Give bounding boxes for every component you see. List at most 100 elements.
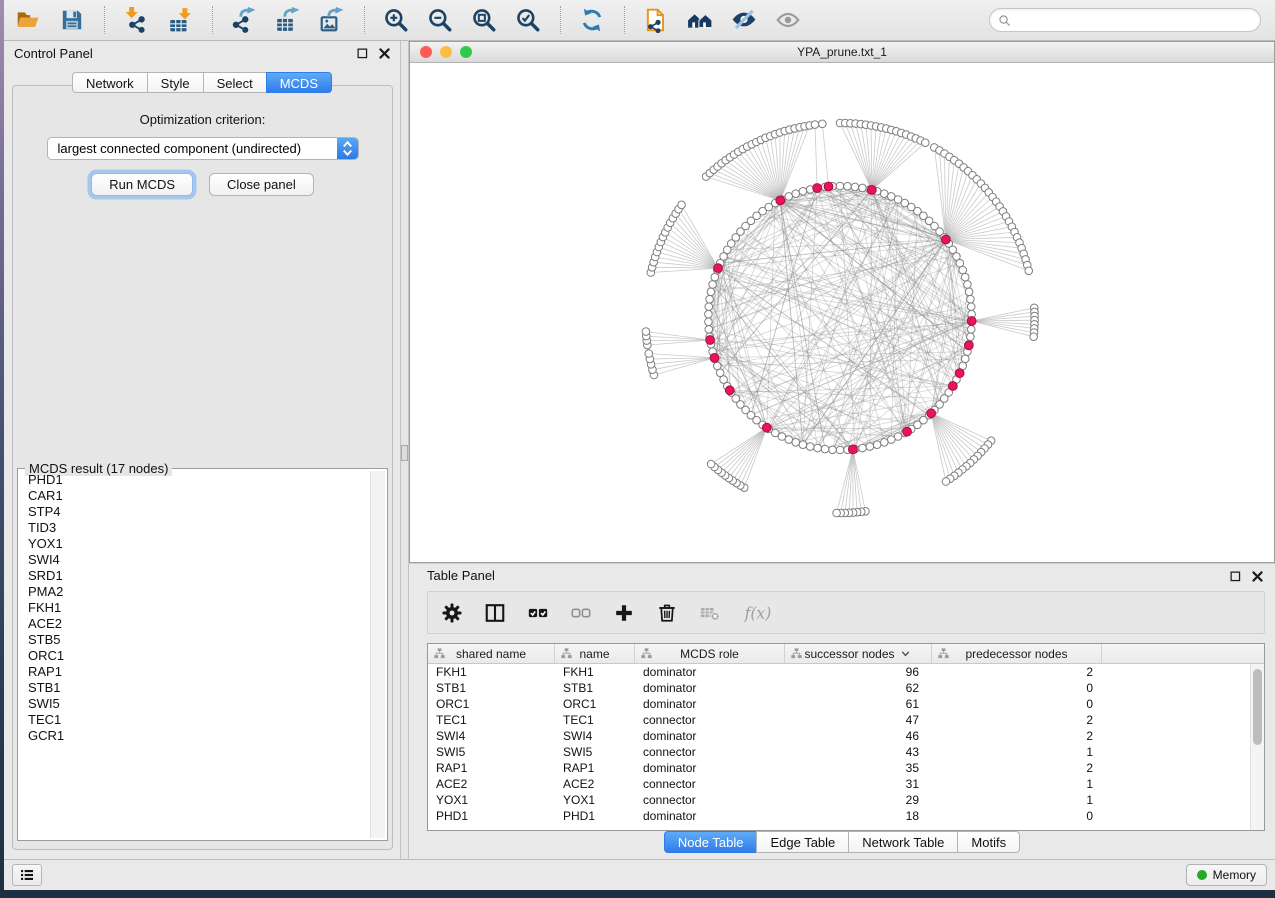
table-tab-edge-table[interactable]: Edge Table — [756, 831, 848, 853]
mcds-result-item[interactable]: PHD1 — [18, 472, 370, 488]
mcds-result-item[interactable]: RAP1 — [18, 664, 370, 680]
memory-button[interactable]: Memory — [1186, 864, 1267, 886]
mcds-result-item[interactable]: ACE2 — [18, 616, 370, 632]
import-network-button[interactable] — [122, 6, 151, 35]
cell-predecessor-nodes: 1 — [932, 792, 1102, 808]
table-panel: Table Panel f(x) shared name name MCDS r… — [409, 563, 1275, 860]
control-panel-close-button[interactable] — [377, 46, 392, 61]
zoom-out-button[interactable] — [426, 6, 455, 35]
mcds-result-item[interactable]: SWI5 — [18, 696, 370, 712]
column-type-icon — [937, 647, 950, 660]
zoom-fit-button[interactable] — [470, 6, 499, 35]
export-network-button[interactable] — [230, 6, 259, 35]
sort-desc-icon[interactable] — [899, 647, 912, 660]
table-tab-network-table[interactable]: Network Table — [848, 831, 957, 853]
save-session-button[interactable] — [58, 6, 87, 35]
zoom-in-button[interactable] — [382, 6, 411, 35]
delete-column-button[interactable] — [656, 601, 680, 625]
mcds-result-item[interactable]: PMA2 — [18, 584, 370, 600]
panel-splitter[interactable] — [400, 41, 409, 860]
folder-open-icon — [15, 7, 42, 33]
tab-style[interactable]: Style — [147, 72, 203, 93]
mcds-result-item[interactable]: SWI4 — [18, 552, 370, 568]
table-row[interactable]: STB1STB1dominator620 — [428, 680, 1251, 696]
mcds-result-item[interactable]: STB1 — [18, 680, 370, 696]
zoom-selected-button[interactable] — [514, 6, 543, 35]
table-scrollbar[interactable] — [1250, 664, 1264, 830]
table-panel-float-button[interactable] — [1228, 569, 1243, 584]
table-row[interactable]: ACE2ACE2connector311 — [428, 776, 1251, 792]
column-header-predecessor-nodes[interactable]: predecessor nodes — [932, 644, 1102, 663]
tab-select[interactable]: Select — [203, 72, 266, 93]
cell-MCDS-role: dominator — [635, 760, 785, 776]
export-image-button[interactable] — [318, 6, 347, 35]
table-row[interactable]: YOX1YOX1connector291 — [428, 792, 1251, 808]
mcds-result-item[interactable]: TID3 — [18, 520, 370, 536]
mcds-result-item[interactable]: YOX1 — [18, 536, 370, 552]
table-row[interactable]: PHD1PHD1dominator180 — [428, 808, 1251, 824]
splitter-grip[interactable] — [401, 445, 408, 461]
mcds-result-item[interactable]: FKH1 — [18, 600, 370, 616]
open-file-button[interactable] — [14, 6, 43, 35]
column-header-successor-nodes[interactable]: successor nodes — [785, 644, 932, 663]
cell-successor-nodes: 47 — [785, 712, 932, 728]
network-share-button[interactable] — [642, 6, 671, 35]
table-row[interactable]: SWI4SWI4dominator462 — [428, 728, 1251, 744]
select-all-icon — [527, 602, 551, 624]
cell-filler — [1102, 760, 1251, 776]
show-columns-button[interactable] — [484, 601, 508, 625]
mcds-result-item[interactable]: STP4 — [18, 504, 370, 520]
table-panel-header: Table Panel — [409, 564, 1275, 588]
table-panel-close-button[interactable] — [1250, 569, 1265, 584]
cell-filler — [1102, 680, 1251, 696]
cell-successor-nodes: 62 — [785, 680, 932, 696]
mcds-result-item[interactable]: GCR1 — [18, 728, 370, 744]
control-panel-float-button[interactable] — [355, 46, 370, 61]
import-table-icon — [167, 7, 194, 33]
table-tab-motifs[interactable]: Motifs — [957, 831, 1020, 853]
search-input[interactable] — [1016, 10, 1260, 30]
network-canvas[interactable] — [410, 63, 1274, 563]
tab-mcds[interactable]: MCDS — [266, 72, 332, 93]
cell-name: SWI5 — [555, 744, 635, 760]
table-row[interactable]: FKH1FKH1dominator962 — [428, 664, 1251, 680]
result-scrollbar[interactable] — [370, 471, 385, 838]
cell-filler — [1102, 728, 1251, 744]
table-scrollbar-thumb[interactable] — [1253, 669, 1262, 745]
select-all-button[interactable] — [527, 601, 551, 625]
table-settings-button[interactable] — [441, 601, 465, 625]
hide-selected-button[interactable] — [730, 6, 759, 35]
column-header-name[interactable]: name — [555, 644, 635, 663]
table-tab-node-table[interactable]: Node Table — [664, 831, 757, 853]
mcds-result-item[interactable]: ORC1 — [18, 648, 370, 664]
cell-name: ORC1 — [555, 696, 635, 712]
column-header-shared-name[interactable]: shared name — [428, 644, 555, 663]
window-maximize-light[interactable] — [460, 46, 472, 58]
eye-hide-icon — [731, 7, 758, 33]
create-column-button[interactable] — [613, 601, 637, 625]
window-minimize-light[interactable] — [440, 46, 452, 58]
mcds-result-item[interactable]: SRD1 — [18, 568, 370, 584]
import-table-button[interactable] — [166, 6, 195, 35]
cell-successor-nodes: 43 — [785, 744, 932, 760]
table-row[interactable]: RAP1RAP1dominator352 — [428, 760, 1251, 776]
show-all-button[interactable] — [686, 6, 715, 35]
column-header-MCDS-role[interactable]: MCDS role — [635, 644, 785, 663]
run-mcds-button[interactable]: Run MCDS — [91, 173, 193, 196]
table-row[interactable]: SWI5SWI5connector431 — [428, 744, 1251, 760]
mcds-result-item[interactable]: TEC1 — [18, 712, 370, 728]
window-close-light[interactable] — [420, 46, 432, 58]
table-row[interactable]: TEC1TEC1connector472 — [428, 712, 1251, 728]
criterion-select[interactable]: largest connected component (undirected) — [47, 137, 359, 160]
criterion-value: largest connected component (undirected) — [48, 138, 358, 159]
table-row[interactable]: ORC1ORC1dominator610 — [428, 696, 1251, 712]
mcds-result-item[interactable]: CAR1 — [18, 488, 370, 504]
task-history-button[interactable] — [12, 864, 42, 886]
deselect-all-button[interactable] — [570, 601, 594, 625]
tab-network[interactable]: Network — [72, 72, 147, 93]
search-box[interactable] — [989, 8, 1261, 32]
mcds-result-item[interactable]: STB5 — [18, 632, 370, 648]
close-panel-button[interactable]: Close panel — [209, 173, 314, 196]
export-table-button[interactable] — [274, 6, 303, 35]
apply-layout-button[interactable] — [578, 6, 607, 35]
